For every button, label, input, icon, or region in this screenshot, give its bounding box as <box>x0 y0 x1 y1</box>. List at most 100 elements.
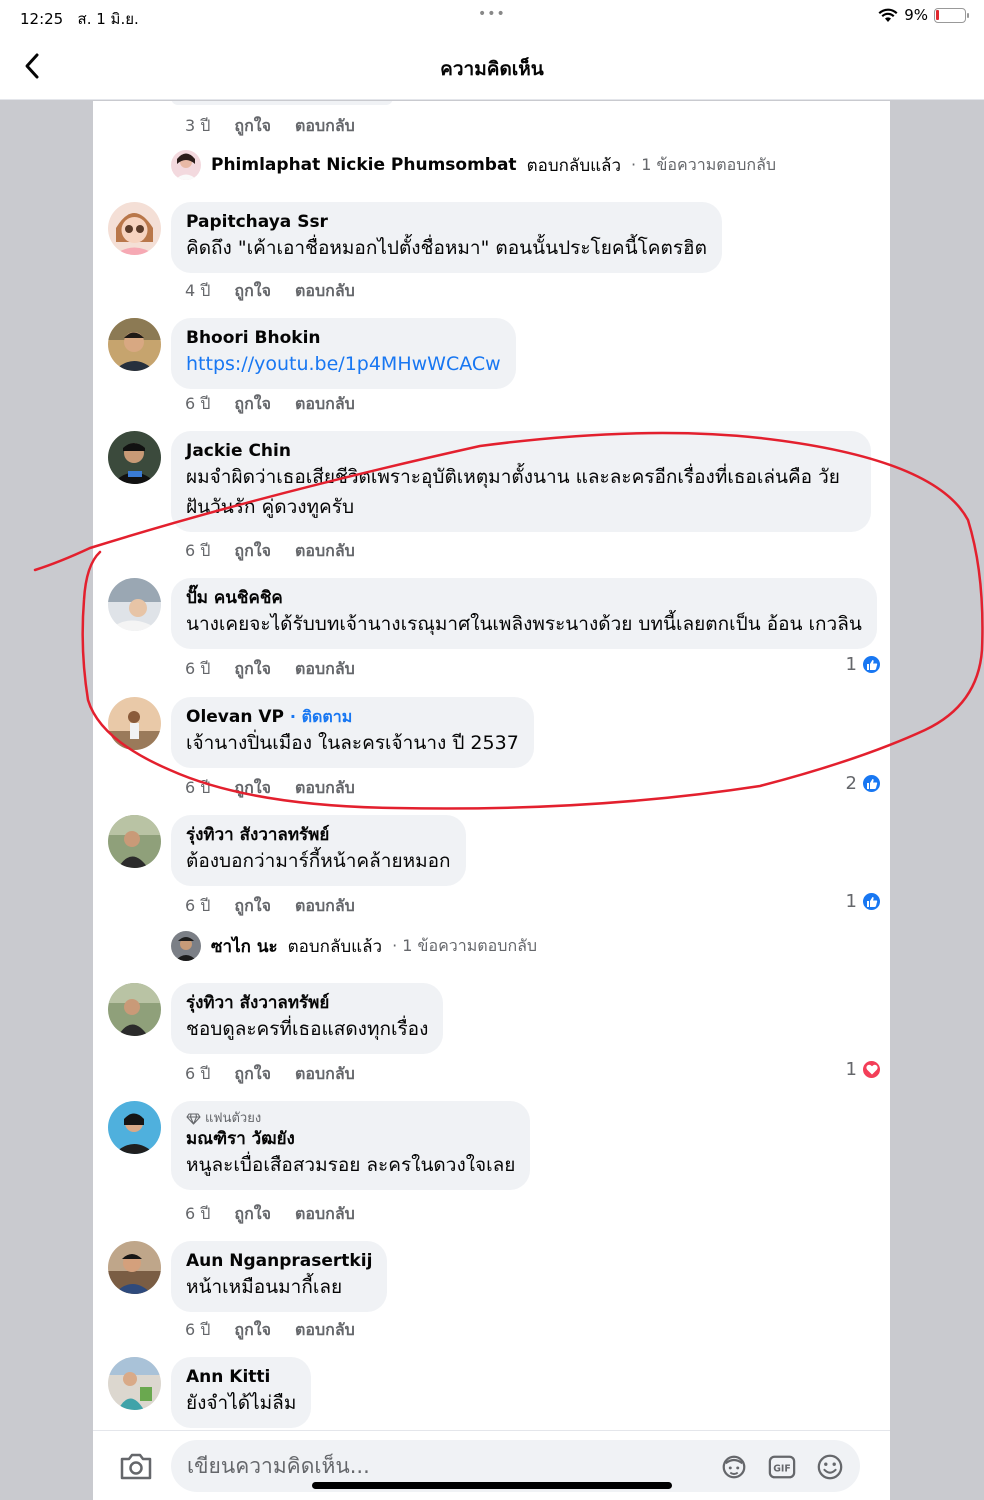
like-button[interactable]: ถูกใจ <box>234 279 271 304</box>
reaction-summary[interactable]: 1 <box>846 1059 882 1080</box>
like-button[interactable]: ถูกใจ <box>234 776 271 801</box>
comment-text: หนูละเบื่อเสือสวมรอย ละครในดวงใจเลย <box>186 1154 516 1176</box>
avatar[interactable] <box>108 1357 161 1410</box>
like-button[interactable]: ถูกใจ <box>234 894 271 919</box>
comment-author[interactable]: Papitchaya Ssr <box>186 211 707 233</box>
reply-button[interactable]: ตอบกลับ <box>295 539 355 564</box>
comment-author[interactable]: Olevan VP <box>186 707 284 727</box>
comment-bubble[interactable]: Bhoori Bhokin https://youtu.be/1p4MHwWCA… <box>171 318 516 389</box>
reply-button[interactable]: ตอบกลับ <box>295 894 355 919</box>
reply-button[interactable]: ตอบกลับ <box>295 776 355 801</box>
comment-meta: 6 ปี ถูกใจ ตอบกลับ <box>185 657 355 682</box>
reply-button[interactable]: ตอบกลับ <box>295 114 355 139</box>
comment-meta: 6 ปี ถูกใจ ตอบกลับ <box>185 1062 355 1087</box>
camera-button[interactable] <box>119 1451 153 1481</box>
comments-panel[interactable]: 3 ปี ถูกใจ ตอบกลับ Phimlaphat Nickie Phu… <box>93 101 890 1500</box>
comment-text: นางเคยจะได้รับบทเจ้านางเรณุมาศในเพลิงพระ… <box>186 613 862 635</box>
reply-button[interactable]: ตอบกลับ <box>295 279 355 304</box>
comment-age: 6 ปี <box>185 778 211 797</box>
comment-author[interactable]: Jackie Chin <box>186 440 856 462</box>
avatar-sticker-icon[interactable] <box>720 1453 748 1481</box>
heart-icon <box>861 1059 882 1080</box>
like-button[interactable]: ถูกใจ <box>234 114 271 139</box>
avatar[interactable] <box>108 578 161 631</box>
thumbs-up-icon <box>861 654 882 675</box>
follow-link[interactable]: · ติดตาม <box>290 707 352 726</box>
comment-meta: 6 ปี ถูกใจ ตอบกลับ <box>185 392 355 417</box>
comment-author[interactable]: มณฑิรา วัฒยัง <box>186 1128 515 1150</box>
like-button[interactable]: ถูกใจ <box>234 392 271 417</box>
like-button[interactable]: ถูกใจ <box>234 1062 271 1087</box>
avatar[interactable] <box>108 202 161 255</box>
comment-bubble[interactable]: Jackie Chin ผมจำผิดว่าเธอเสียชีวิตเพราะอ… <box>171 431 871 532</box>
avatar[interactable] <box>108 983 161 1036</box>
comment-age: 6 ปี <box>185 541 211 560</box>
comment-text: ยังจำได้ไม่ลืม <box>186 1392 297 1414</box>
comment-text: เจ้านางปิ่นเมือง ในละครเจ้านาง ปี 2537 <box>186 732 519 754</box>
page-title: ความคิดเห็น <box>440 58 544 80</box>
badge-label: แฟนตัวยง <box>205 1111 262 1126</box>
comment-author[interactable]: รุ่งทิวา สังวาลทรัพย์ <box>186 824 451 846</box>
comment-meta: 6 ปี ถูกใจ ตอบกลับ <box>185 894 355 919</box>
reply-button[interactable]: ตอบกลับ <box>295 1062 355 1087</box>
comment-bubble[interactable]: รุ่งทิวา สังวาลทรัพย์ ชอบดูละครที่เธอแสด… <box>171 983 444 1054</box>
diamond-icon <box>186 1113 201 1125</box>
reply-count: · 1 ข้อความตอบกลับ <box>392 935 538 955</box>
reaction-count: 1 <box>845 1059 857 1080</box>
comment-bubble[interactable]: Olevan VP · ติดตาม เจ้านางปิ่นเมือง ในละ… <box>171 697 534 768</box>
replies-summary[interactable]: ซาไก นะ ตอบกลับแล้ว · 1 ข้อความตอบกลับ <box>171 931 537 961</box>
comment-meta: 3 ปี ถูกใจ ตอบกลับ <box>185 114 355 139</box>
comment-author[interactable]: Bhoori Bhokin <box>186 327 501 349</box>
comment-meta: 4 ปี ถูกใจ ตอบกลับ <box>185 279 355 304</box>
status-time-date: 12:25 ส. 1 มิ.ย. <box>20 10 139 28</box>
comment-author[interactable]: Aun Nganprasertkij <box>186 1250 372 1272</box>
comment-author[interactable]: รุ่งทิวา สังวาลทรัพย์ <box>186 992 428 1014</box>
comment-age: 6 ปี <box>185 659 211 678</box>
comment-bubble[interactable]: แฟนตัวยง มณฑิรา วัฒยัง หนูละเบื่อเสือสวม… <box>171 1101 531 1190</box>
replies-summary[interactable]: Phimlaphat Nickie Phumsombat ตอบกลับแล้ว… <box>171 150 776 180</box>
reply-action: ตอบกลับแล้ว <box>526 155 622 176</box>
reply-button[interactable]: ตอบกลับ <box>295 392 355 417</box>
reply-button[interactable]: ตอบกลับ <box>295 1318 355 1343</box>
like-button[interactable]: ถูกใจ <box>234 539 271 564</box>
comment-author[interactable]: Ann Kitti <box>186 1366 296 1388</box>
home-indicator[interactable] <box>312 1482 672 1489</box>
avatar[interactable] <box>108 815 161 868</box>
reaction-summary[interactable]: 1 <box>846 654 882 675</box>
avatar[interactable] <box>108 1241 161 1294</box>
like-button[interactable]: ถูกใจ <box>234 1318 271 1343</box>
avatar[interactable] <box>108 318 161 371</box>
avatar[interactable] <box>108 697 161 750</box>
reply-author: Phimlaphat Nickie Phumsombat <box>211 155 517 175</box>
comment-bubble[interactable]: Ann Kitti ยังจำได้ไม่ลืม <box>171 1357 312 1428</box>
avatar <box>171 150 201 180</box>
comment-input[interactable] <box>187 1450 707 1482</box>
reaction-summary[interactable]: 2 <box>846 773 882 794</box>
avatar[interactable] <box>108 431 161 484</box>
avatar <box>171 931 201 961</box>
comment-link[interactable]: https://youtu.be/1p4MHwWCACw <box>186 349 501 379</box>
like-button[interactable]: ถูกใจ <box>234 1202 271 1227</box>
comment-meta: 6 ปี ถูกใจ ตอบกลับ <box>185 776 355 801</box>
smiley-icon[interactable] <box>816 1453 844 1481</box>
status-bar: 12:25 ส. 1 มิ.ย. ••• 9% <box>0 0 984 34</box>
gif-icon[interactable]: GIF <box>768 1453 796 1481</box>
top-fan-badge: แฟนตัวยง <box>186 1110 515 1128</box>
reply-button[interactable]: ตอบกลับ <box>295 657 355 682</box>
comment-text: ผมจำผิดว่าเธอเสียชีวิตเพราะอุบัติเหตุมาต… <box>186 466 840 518</box>
comment-bubble[interactable]: Papitchaya Ssr คิดถึง "เค้าเอาชื่อหมอกไป… <box>171 202 722 273</box>
comment-text: หน้าเหมือนมากี้เลย <box>186 1276 343 1298</box>
reaction-summary[interactable]: 1 <box>846 891 882 912</box>
comment-author[interactable]: ปั๊ม คนชิคชิค <box>186 587 862 609</box>
avatar[interactable] <box>108 1101 161 1154</box>
comment-bubble[interactable]: Aun Nganprasertkij หน้าเหมือนมากี้เลย <box>171 1241 388 1312</box>
battery-icon <box>934 7 969 23</box>
like-button[interactable]: ถูกใจ <box>234 657 271 682</box>
reaction-count: 1 <box>845 654 857 675</box>
comment-bubble[interactable]: รุ่งทิวา สังวาลทรัพย์ ต้องบอกว่ามาร์กี้ห… <box>171 815 466 886</box>
multitask-dots[interactable]: ••• <box>478 6 506 22</box>
comment-bubble[interactable]: ปั๊ม คนชิคชิค นางเคยจะได้รับบทเจ้านางเรณ… <box>171 578 877 649</box>
thumbs-up-icon <box>861 891 882 912</box>
reply-button[interactable]: ตอบกลับ <box>295 1202 355 1227</box>
reaction-count: 2 <box>845 773 857 794</box>
